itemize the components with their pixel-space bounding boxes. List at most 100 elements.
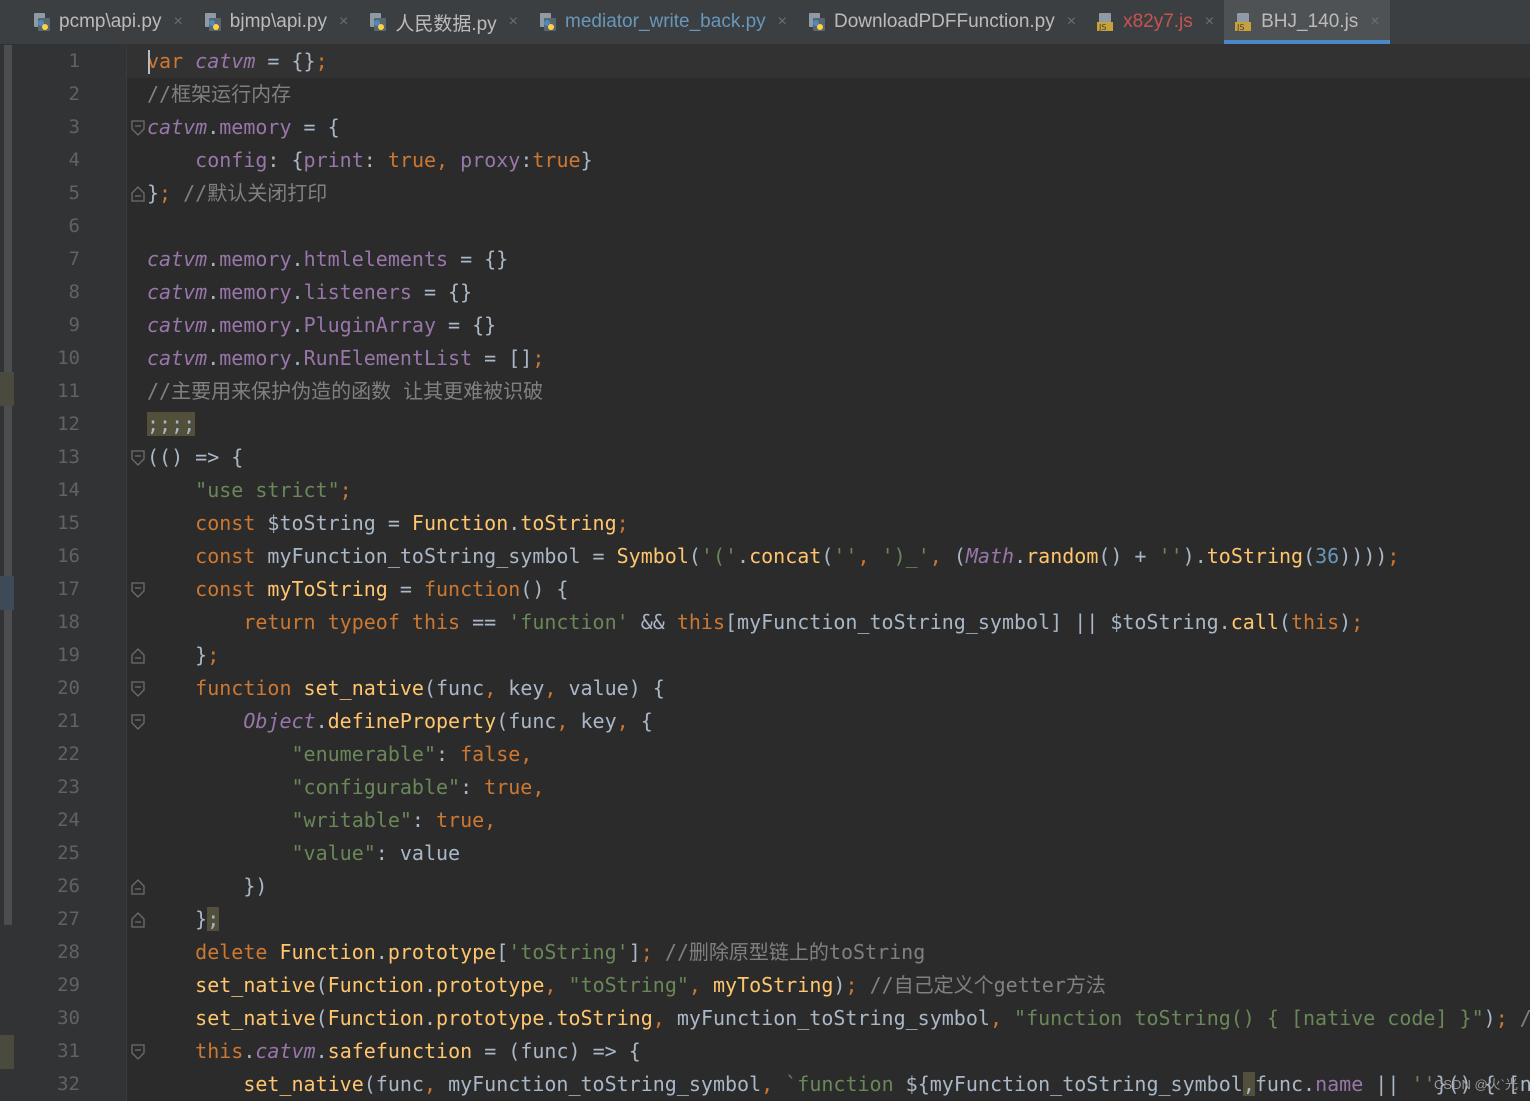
line-number: 1 (68, 50, 80, 72)
code-line: set_native(Function.prototype, "toString… (147, 969, 1106, 1002)
line-number: 4 (68, 149, 80, 171)
line-number: 24 (57, 809, 80, 831)
code-token: ( (315, 973, 328, 997)
fold-marker-icon[interactable] (131, 912, 145, 928)
fold-marker-icon[interactable] (131, 681, 145, 697)
code-token: . (291, 280, 304, 304)
code-token: ). (1182, 544, 1207, 568)
code-token: ; (207, 907, 220, 931)
tab-2[interactable]: 人民数据.py × (358, 0, 528, 44)
code-token: , (556, 709, 581, 733)
code-line: }; (147, 903, 220, 936)
tab-1[interactable]: bjmp\api.py × (193, 0, 359, 44)
code-token: )))) (1339, 544, 1388, 568)
code-token: . (291, 346, 304, 370)
fold-marker-icon[interactable] (131, 582, 145, 598)
code-token: true (532, 148, 581, 172)
code-line: return typeof this == 'function' && this… (147, 606, 1363, 639)
fold-marker-icon[interactable] (131, 879, 145, 895)
code-token: catvm (255, 1039, 316, 1063)
code-token: defineProperty (327, 709, 497, 733)
code-token: ( (688, 544, 701, 568)
code-token: 'function' (508, 610, 629, 634)
edge-marker (0, 576, 14, 610)
code-token: ) (1483, 1006, 1496, 1030)
code-line: const $toString = Function.toString; (147, 507, 629, 540)
code-token: ; (640, 940, 653, 964)
tab-5[interactable]: JS x82y7.js × (1086, 0, 1224, 44)
code-token: toString (1206, 544, 1304, 568)
code-token: 'toString' (508, 940, 629, 964)
code-token: ; (159, 181, 172, 205)
code-token: this (676, 610, 725, 634)
tab-6[interactable]: JS BHJ_140.js × (1224, 0, 1390, 44)
code-line: catvm.memory.listeners = {} (147, 276, 472, 309)
code-token: myFunction_toString_symbol = (267, 544, 617, 568)
close-icon[interactable]: × (778, 13, 787, 31)
tab-4[interactable]: DownloadPDFFunction.py × (797, 0, 1086, 44)
code-token: const (195, 544, 268, 568)
code-token: prototype (436, 1006, 545, 1030)
code-token: ')_' (881, 544, 930, 568)
code-line: catvm.memory.PluginArray = {} (147, 309, 496, 342)
code-token: proxy (460, 148, 521, 172)
code-token: . (207, 247, 220, 271)
code-token: (func (363, 1072, 424, 1096)
fold-marker-icon[interactable] (131, 714, 145, 730)
code-line: "configurable": true, (147, 771, 545, 804)
fold-marker-icon[interactable] (131, 648, 145, 664)
code-token: "value" (291, 841, 376, 865)
line-number: 25 (57, 842, 80, 864)
code-token: key (580, 709, 617, 733)
code-token: (func (423, 676, 485, 700)
code-line: "enumerable": false, (147, 738, 533, 771)
close-icon[interactable]: × (1370, 13, 1379, 31)
fold-marker-icon[interactable] (131, 450, 145, 466)
python-file-icon (807, 12, 827, 32)
code-token: && (628, 610, 677, 634)
code-token: . (207, 115, 220, 139)
close-icon[interactable]: × (339, 13, 348, 31)
code-token: : (460, 775, 485, 799)
code-token: myToString (713, 973, 834, 997)
close-icon[interactable]: × (1067, 13, 1076, 31)
javascript-file-icon: JS (1234, 12, 1254, 32)
code-token: concat (749, 544, 822, 568)
code-token: . (291, 313, 304, 337)
code-token: = (func) => { (472, 1039, 641, 1063)
fold-marker-icon[interactable] (131, 1044, 145, 1060)
code-editor[interactable]: var catvm = {};//框架运行内存 catvm.memory = { … (147, 45, 1530, 1101)
code-token: memory (219, 313, 292, 337)
code-token: Function (279, 940, 376, 964)
code-token: name (1315, 1072, 1364, 1096)
code-token: , (652, 1006, 677, 1030)
tab-label: pcmp\api.py (59, 11, 162, 32)
fold-marker-icon[interactable] (131, 186, 145, 202)
fold-marker-icon[interactable] (131, 120, 145, 136)
svg-text:JS: JS (1098, 23, 1106, 32)
code-token: listeners (303, 280, 412, 304)
tab-3[interactable]: mediator_write_back.py × (528, 0, 797, 44)
close-icon[interactable]: × (509, 13, 518, 31)
code-token: [myFunction_toString_symbol] || $toStrin… (725, 610, 1231, 634)
close-icon[interactable]: × (1205, 13, 1214, 31)
code-token: ( (1303, 544, 1316, 568)
vertical-scrollbar[interactable] (4, 45, 12, 925)
code-token: catvm (195, 49, 256, 73)
close-icon[interactable]: × (173, 13, 182, 31)
code-line: catvm.memory.htmlelements = {} (147, 243, 508, 276)
code-token: this (1290, 610, 1340, 634)
code-token: , (616, 709, 641, 733)
code-line: //主要用来保护伪造的函数 让其更难被识破 (147, 375, 543, 408)
code-token: Function (411, 511, 509, 535)
code-token: prototype (387, 940, 497, 964)
code-token: ; (315, 49, 328, 73)
line-number: 30 (57, 1007, 80, 1029)
tab-0[interactable]: pcmp\api.py × (22, 0, 193, 44)
code-token: , (929, 544, 954, 568)
